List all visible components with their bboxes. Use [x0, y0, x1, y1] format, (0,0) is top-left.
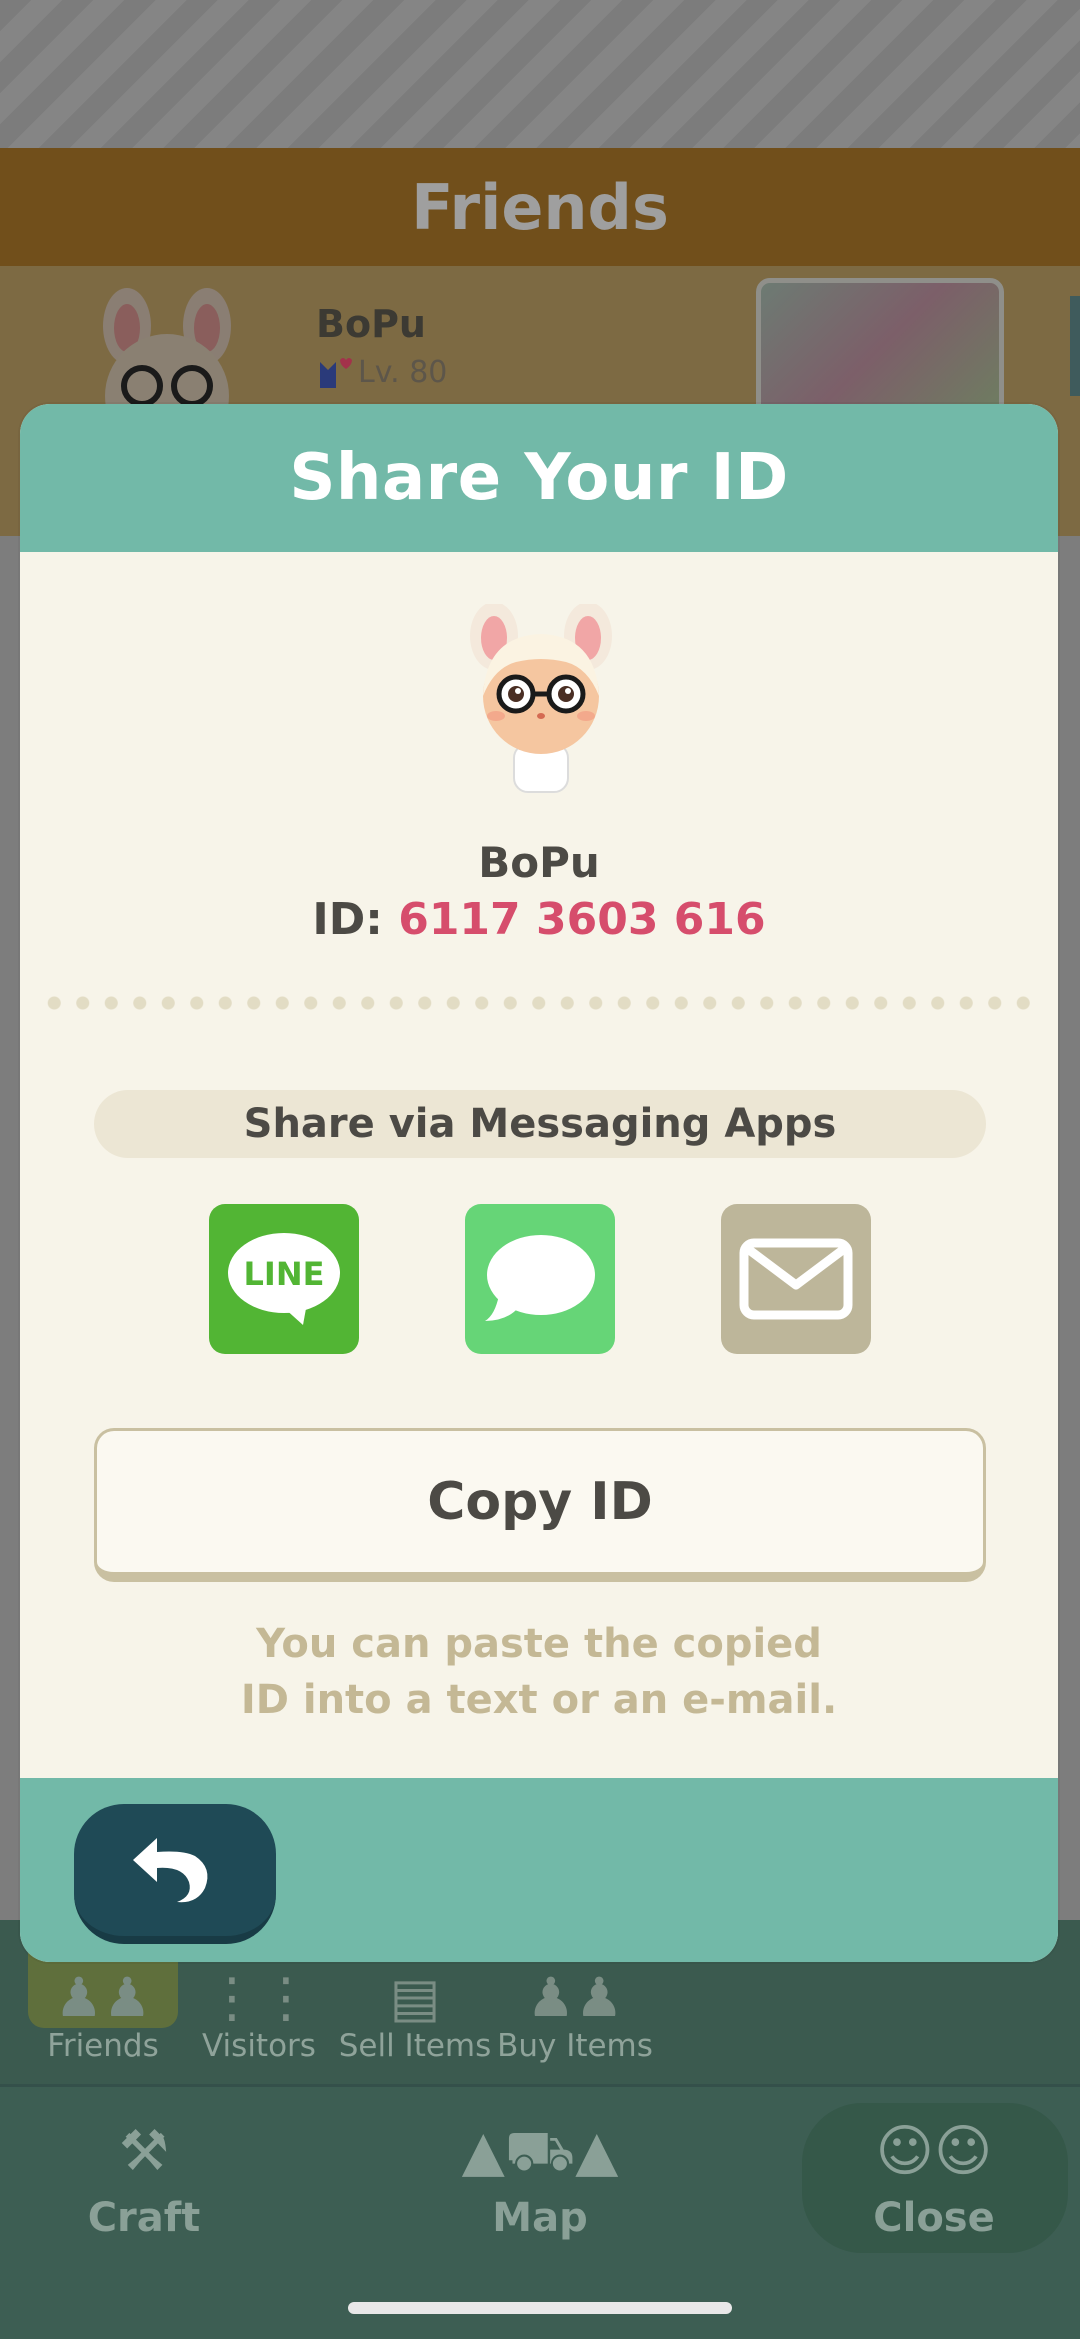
friend-level-row: Lv. 80 — [316, 354, 447, 390]
tab-buy-items-label: Buy Items — [497, 2028, 653, 2064]
share-id-modal: Share Your ID BoPu ID: 6117 3603 616 Sha… — [20, 404, 1058, 1962]
copy-id-button[interactable]: Copy ID — [94, 1428, 986, 1582]
modal-title: Share Your ID — [289, 441, 789, 515]
hint-line-1: You can paste the copied — [256, 1621, 822, 1667]
modal-footer — [20, 1778, 1058, 1962]
messages-icon — [485, 1235, 595, 1321]
dotted-divider — [40, 994, 1038, 1012]
friends-header: Friends — [0, 148, 1080, 266]
copy-id-label: Copy ID — [427, 1471, 653, 1532]
hammer-icon: ⚒ — [118, 2119, 170, 2184]
mail-icon — [739, 1238, 853, 1320]
id-label: ID: — [312, 894, 383, 945]
nav-craft[interactable]: ⚒ Craft — [34, 2087, 254, 2275]
share-line-button[interactable]: LINE — [209, 1204, 359, 1354]
share-label-pill: Share via Messaging Apps — [94, 1090, 986, 1158]
share-mail-button[interactable] — [721, 1204, 871, 1354]
home-indicator[interactable] — [348, 2302, 732, 2314]
friends-icon: ♟♟ — [54, 1966, 152, 2029]
share-label: Share via Messaging Apps — [243, 1101, 837, 1147]
nav-close[interactable]: ☺☺ Close — [824, 2087, 1044, 2275]
sell-box-icon: ▤ — [389, 1966, 441, 2029]
nav-map[interactable]: ▲⛟▲ Map — [430, 2087, 650, 2275]
map-icon: ▲⛟▲ — [461, 2119, 619, 2184]
back-button[interactable] — [74, 1804, 276, 1944]
player-avatar — [470, 604, 612, 793]
friend-photo — [756, 278, 1004, 418]
hint-line-2: ID into a text or an e-mail. — [240, 1677, 838, 1723]
line-icon: LINE — [228, 1233, 340, 1325]
villagers-icon: ☺☺ — [875, 2119, 993, 2184]
cat-icon — [320, 358, 352, 388]
copy-hint: You can paste the copied ID into a text … — [20, 1616, 1058, 1728]
nav-craft-label: Craft — [87, 2195, 201, 2241]
friend-name: BoPu — [316, 302, 426, 346]
line-logo-text: LINE — [244, 1255, 325, 1293]
id-value: 6117 3603 616 — [398, 894, 766, 945]
nav-map-label: Map — [492, 2195, 588, 2241]
modal-header: Share Your ID — [20, 404, 1058, 552]
friends-title: Friends — [411, 170, 669, 244]
player-id-line: ID: 6117 3603 616 — [20, 894, 1058, 945]
back-arrow-icon — [133, 1838, 208, 1903]
footprints-icon: ⋮⋮ — [205, 1966, 313, 2029]
nav-close-label: Close — [873, 2195, 995, 2241]
buy-people-icon: ♟♟ — [526, 1966, 624, 2029]
top-stripes — [0, 0, 1080, 148]
player-name: BoPu — [478, 838, 600, 887]
bottom-nav: ⚒ Craft ▲⛟▲ Map ☺☺ Close — [0, 2084, 1080, 2272]
side-tab — [1070, 296, 1080, 396]
share-messages-button[interactable] — [465, 1204, 615, 1354]
friend-level: Lv. 80 — [358, 354, 448, 390]
